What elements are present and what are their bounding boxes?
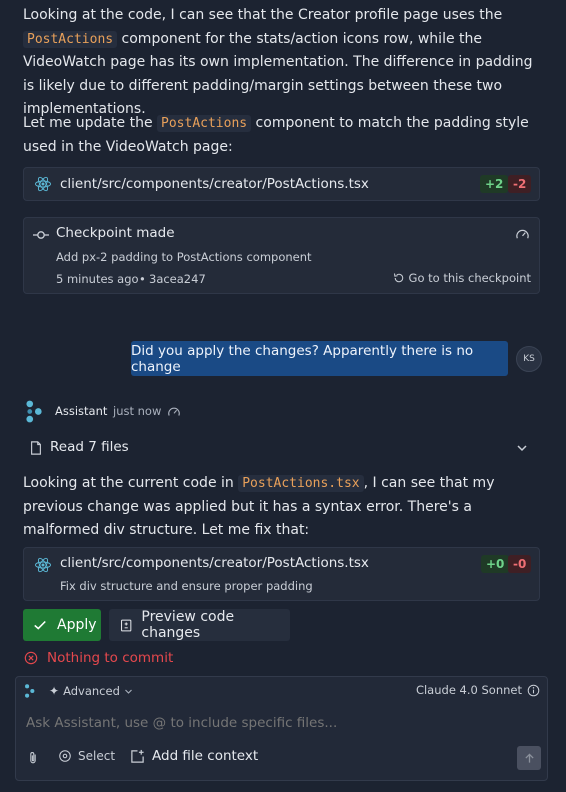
preview-code-changes-button[interactable]: Preview code changes [109, 609, 290, 641]
assistant-timestamp: just now [113, 404, 162, 418]
react-icon [35, 557, 51, 573]
lines-added-badge: +0 [481, 555, 510, 573]
lines-added-badge: +2 [480, 175, 509, 193]
user-message-bubble: Did you apply the changes? Apparently th… [131, 341, 508, 376]
file-change-card[interactable]: client/src/components/creator/PostAction… [23, 547, 540, 601]
error-circle-icon [24, 651, 38, 665]
commit-icon [33, 231, 49, 239]
add-file-context-button[interactable]: Add file context [130, 748, 258, 764]
react-icon [35, 176, 51, 192]
restore-icon [393, 273, 403, 283]
sparkle-icon: ✦ [49, 684, 60, 698]
select-button[interactable]: Select [58, 749, 115, 763]
paperclip-icon[interactable] [26, 750, 40, 766]
composer: ✦ Advanced Claude 4.0 Sonnet Select Add … [15, 676, 548, 781]
send-button[interactable] [517, 746, 541, 770]
bullet-separator: • [139, 272, 146, 286]
checkpoint-card: Checkpoint made Add px-2 padding to Post… [23, 217, 540, 294]
file-path: client/src/components/creator/PostAction… [60, 176, 369, 192]
goto-checkpoint-link[interactable]: Go to this checkpoint [393, 271, 531, 285]
info-icon [527, 684, 540, 696]
checkpoint-title: Checkpoint made [56, 225, 175, 241]
chevron-down-icon [517, 445, 527, 452]
file-change-card[interactable]: client/src/components/creator/PostAction… [23, 167, 540, 201]
apply-button[interactable]: Apply [23, 609, 101, 641]
checkpoint-hash: 3acea247 [149, 272, 206, 286]
assistant-name: Assistant [55, 404, 108, 418]
error-message: Nothing to commit [47, 650, 174, 666]
chevron-down-icon [124, 689, 132, 694]
file-icon [31, 441, 41, 455]
gauge-icon[interactable] [515, 227, 530, 242]
mode-selector[interactable]: ✦ Advanced [49, 684, 133, 698]
checkpoint-time: 5 minutes ago [56, 272, 139, 286]
arrow-up-icon [524, 753, 534, 763]
assistant-message-paragraph: Looking at the code, I can see that the … [23, 7, 533, 117]
lines-removed-badge: -2 [508, 175, 532, 193]
inline-code: PostActions [23, 30, 118, 48]
diff-file-icon [121, 619, 132, 631]
file-path: client/src/components/creator/PostAction… [60, 555, 369, 571]
avatar: KS [516, 346, 542, 372]
message-input[interactable] [24, 711, 528, 735]
assistant-message-paragraph: Let me update the PostActions component … [23, 115, 529, 155]
inline-code: PostActions [157, 115, 252, 132]
checkmark-icon [34, 620, 46, 630]
inline-code: PostActions.tsx [238, 475, 364, 492]
read-files-toggle[interactable]: Read 7 files [23, 436, 538, 460]
assistant-logo-icon [25, 684, 35, 698]
checkpoint-description: Add px-2 padding to PostActions componen… [56, 250, 312, 264]
gauge-icon[interactable] [167, 405, 181, 419]
assistant-logo-icon [26, 400, 42, 423]
file-plus-icon [131, 749, 144, 763]
lines-removed-badge: -0 [508, 555, 532, 573]
change-description: Fix div structure and ensure proper padd… [60, 579, 313, 593]
model-selector[interactable]: Claude 4.0 Sonnet [416, 683, 540, 697]
target-icon [59, 750, 71, 762]
assistant-message-paragraph: Looking at the current code in PostActio… [23, 475, 495, 538]
